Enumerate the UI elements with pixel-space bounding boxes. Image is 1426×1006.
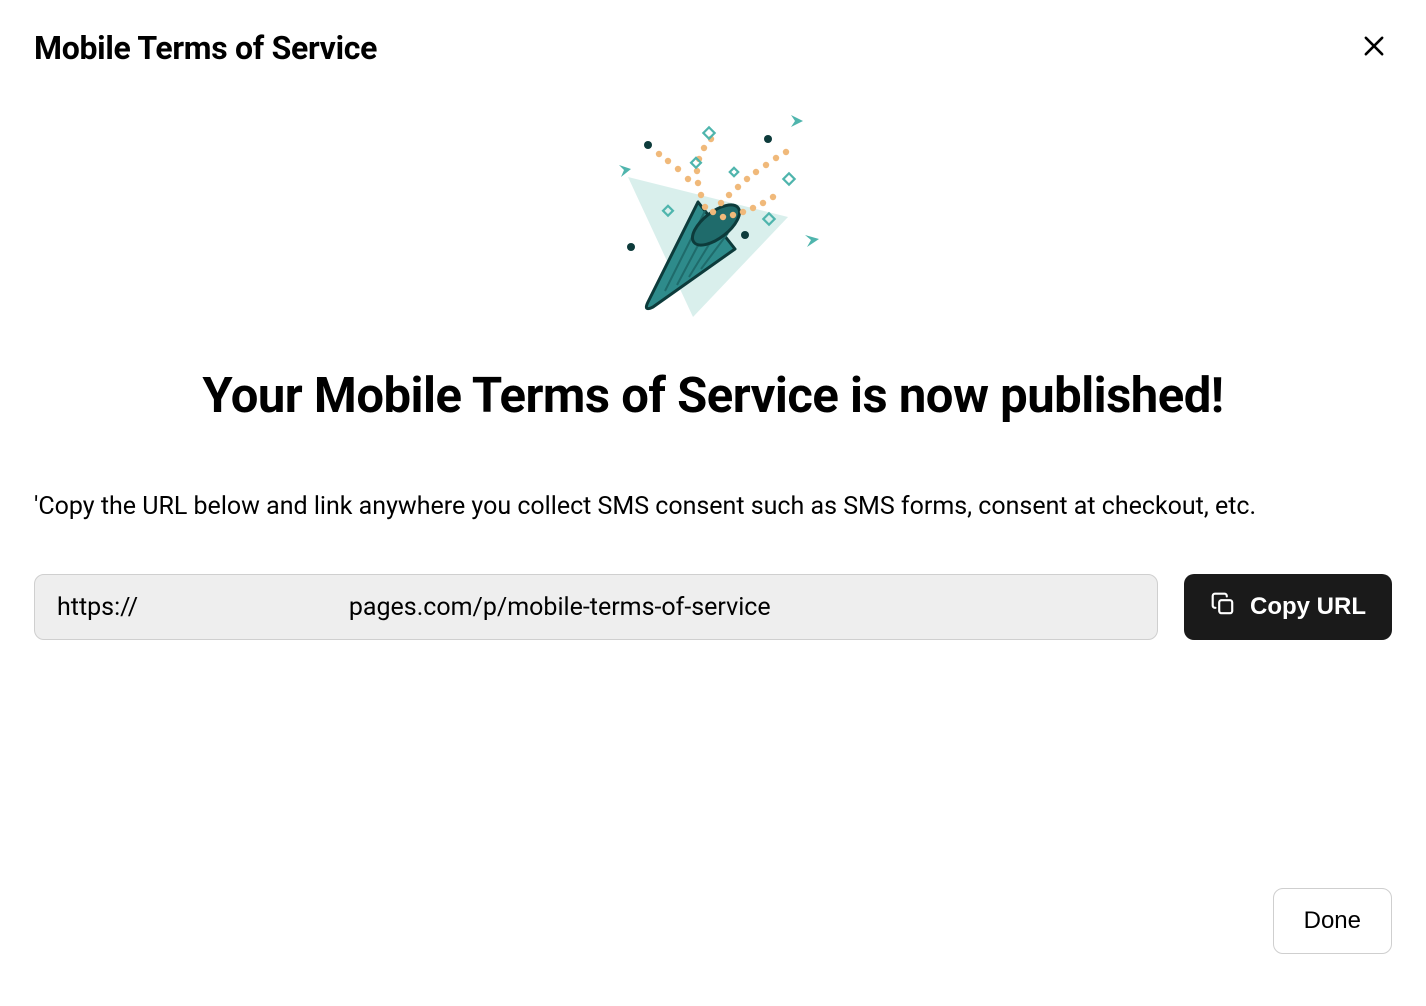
celebration-illustration	[593, 107, 833, 327]
illustration-wrapper	[34, 107, 1392, 327]
url-row: Copy URL	[34, 574, 1392, 640]
copy-url-button[interactable]: Copy URL	[1184, 574, 1392, 640]
copy-url-label: Copy URL	[1250, 593, 1366, 621]
copy-icon	[1210, 591, 1236, 624]
published-headline: Your Mobile Terms of Service is now publ…	[34, 367, 1392, 424]
modal-header: Mobile Terms of Service	[0, 0, 1426, 67]
modal-content: Your Mobile Terms of Service is now publ…	[0, 107, 1426, 640]
close-button[interactable]	[1356, 28, 1392, 67]
modal-footer: Done	[1273, 888, 1392, 954]
done-button[interactable]: Done	[1273, 888, 1392, 954]
published-description: 'Copy the URL below and link anywhere yo…	[34, 488, 1392, 526]
close-icon	[1360, 32, 1388, 63]
url-input[interactable]	[34, 574, 1158, 640]
modal-title: Mobile Terms of Service	[34, 29, 377, 67]
